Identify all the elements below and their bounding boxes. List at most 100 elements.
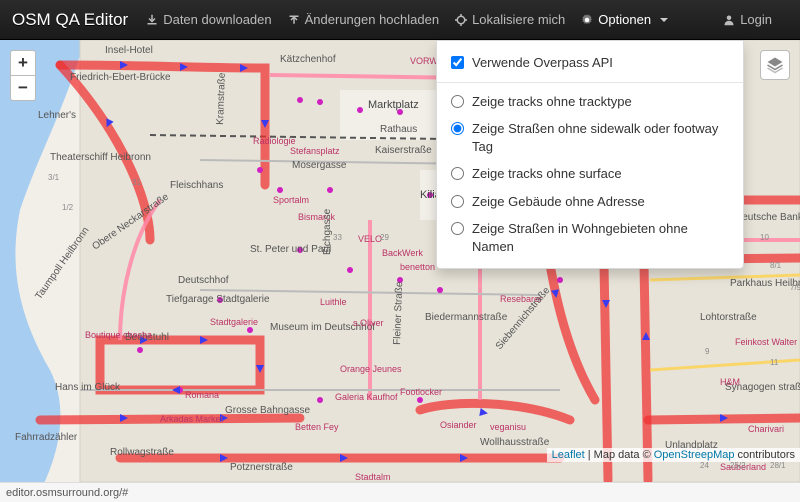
label-hansimgluck: Hans im Glück xyxy=(55,382,121,393)
upload-icon xyxy=(288,14,300,26)
label-grosse-bahngasse: Grosse Bahngasse xyxy=(225,405,310,416)
attr-mid: | Map data © xyxy=(585,449,654,461)
svg-text:31: 31 xyxy=(132,178,141,187)
label-boutique: Boutique chocha xyxy=(85,330,152,340)
svg-text:8/1: 8/1 xyxy=(770,261,782,270)
nav-upload-label: Änderungen hochladen xyxy=(305,12,439,27)
label-rathaus: Rathaus xyxy=(380,124,417,135)
opt-sidewalk-radio[interactable] xyxy=(451,122,464,135)
opt-overpass[interactable]: Verwende Overpass API xyxy=(437,49,743,77)
layers-icon xyxy=(766,56,784,74)
leaflet-link[interactable]: Leaflet xyxy=(552,449,585,461)
label-stefansplatz: Stefansplatz xyxy=(290,146,340,156)
nav-options[interactable]: Optionen xyxy=(581,12,668,27)
layers-control[interactable] xyxy=(760,50,790,80)
label-stadtgalerie: Stadtgalerie xyxy=(210,317,258,327)
download-icon xyxy=(146,14,158,26)
nav-upload[interactable]: Änderungen hochladen xyxy=(288,12,439,27)
opt-overpass-label: Verwende Overpass API xyxy=(472,54,613,72)
opt-residential-label: Zeige Straßen in Wohngebieten ohne Namen xyxy=(472,220,729,255)
label-friedrich: Friedrich-Ebert-Brücke xyxy=(70,72,171,83)
nav-login-label: Login xyxy=(740,12,772,27)
label-orangejeunes: Orange Jeunes xyxy=(340,364,402,374)
label-stpeter: St. Peter und Paul xyxy=(250,244,331,255)
nav-download[interactable]: Daten downloaden xyxy=(146,12,271,27)
options-dropdown: Verwende Overpass API Zeige tracks ohne … xyxy=(436,40,744,269)
opt-address[interactable]: Zeige Gebäude ohne Adresse xyxy=(437,188,743,216)
label-footlocker: Footlocker xyxy=(400,387,442,397)
svg-text:3/1: 3/1 xyxy=(48,173,60,182)
label-romana: Romana xyxy=(185,390,219,400)
opt-residential-radio[interactable] xyxy=(451,222,464,235)
label-insel-hotel: Insel-Hotel xyxy=(105,45,153,56)
attr-tail: contributors xyxy=(734,449,795,461)
dropdown-separator xyxy=(437,82,743,83)
label-arkadas: Arkadas Market xyxy=(160,414,224,424)
svg-text:25/2: 25/2 xyxy=(730,461,746,470)
nav-login[interactable]: Login xyxy=(723,12,772,27)
svg-text:29: 29 xyxy=(380,233,389,242)
nav-download-label: Daten downloaden xyxy=(163,12,271,27)
label-wollhaus: Wollhausstraße xyxy=(480,437,550,448)
opt-tracktype[interactable]: Zeige tracks ohne tracktype xyxy=(437,88,743,116)
label-osiander: Osiander xyxy=(440,420,477,430)
label-katzchenhof: Kätzchenhof xyxy=(280,54,336,65)
opt-surface-radio[interactable] xyxy=(451,167,464,180)
label-backwerk: BackWerk xyxy=(382,248,423,258)
label-deutschhof: Deutschhof xyxy=(178,275,229,286)
label-rollwag: Rollwagstraße xyxy=(110,447,174,458)
label-mosergasse: Mosergasse xyxy=(292,160,347,171)
zoom-control: + − xyxy=(10,50,36,101)
user-icon xyxy=(723,14,735,26)
opt-surface[interactable]: Zeige tracks ohne surface xyxy=(437,160,743,188)
label-kramstrasse: Kramstraße xyxy=(215,72,228,125)
chevron-down-icon xyxy=(660,18,668,22)
label-feinkost: Feinkost Walter xyxy=(735,337,797,347)
nav-options-label: Optionen xyxy=(598,12,651,27)
label-eichgasse: Eichgasse xyxy=(322,208,333,255)
brand: OSM QA Editor xyxy=(12,10,128,30)
osm-link[interactable]: OpenStreepMap xyxy=(654,449,735,461)
label-lohtorstr: Lohtorstraße xyxy=(700,312,757,323)
label-potzner: Potznerstraße xyxy=(230,462,293,473)
label-radiologie: Radiologie xyxy=(253,136,296,146)
gear-icon xyxy=(581,14,593,26)
zoom-out-button[interactable]: − xyxy=(10,75,36,101)
label-kaiserstrasse: Kaiserstraße xyxy=(375,145,432,156)
label-fleischhans: Fleischhans xyxy=(170,180,223,191)
svg-text:33: 33 xyxy=(333,233,342,242)
svg-text:9: 9 xyxy=(705,347,710,356)
locate-icon xyxy=(455,14,467,26)
svg-text:7/9: 7/9 xyxy=(790,283,800,292)
opt-sidewalk[interactable]: Zeige Straßen ohne sidewalk oder footway… xyxy=(437,115,743,160)
svg-text:1/2: 1/2 xyxy=(62,203,74,212)
label-theaterschiff: Theaterschiff Heibronn xyxy=(50,152,151,163)
label-fahrradzaehler: Fahrradzähler xyxy=(15,432,78,443)
opt-overpass-checkbox[interactable] xyxy=(451,56,464,69)
label-bettenfey: Betten Fey xyxy=(295,422,339,432)
svg-text:28/1: 28/1 xyxy=(770,461,786,470)
opt-residential[interactable]: Zeige Straßen in Wohngebieten ohne Namen xyxy=(437,215,743,260)
navbar: OSM QA Editor Daten downloaden Änderunge… xyxy=(0,0,800,40)
label-soliver: s.Oliver xyxy=(353,318,384,328)
label-veganisu: veganisu xyxy=(490,422,526,432)
label-stadtalm: Stadtalm xyxy=(355,472,391,482)
label-benetton: benetton xyxy=(400,262,435,272)
opt-surface-label: Zeige tracks ohne surface xyxy=(472,165,622,183)
svg-text:10: 10 xyxy=(760,233,769,242)
opt-address-label: Zeige Gebäude ohne Adresse xyxy=(472,193,645,211)
label-luithle: Luithle xyxy=(320,297,347,307)
label-tiefgarage: Tiefgarage Stadtgalerie xyxy=(166,294,270,305)
opt-address-radio[interactable] xyxy=(451,195,464,208)
label-deutschebank: Deutsche Bank xyxy=(735,212,800,223)
label-hm: H&M xyxy=(720,377,740,387)
label-sportalm: Sportalm xyxy=(273,195,309,205)
zoom-in-button[interactable]: + xyxy=(10,50,36,76)
opt-tracktype-radio[interactable] xyxy=(451,95,464,108)
label-biedermann: Biedermannstraße xyxy=(425,312,508,323)
nav-locate[interactable]: Lokalisiere mich xyxy=(455,12,565,27)
status-bar: editor.osmsurround.org/# xyxy=(0,482,800,502)
map-attribution: Leaflet | Map data © OpenStreepMap contr… xyxy=(547,448,800,462)
opt-tracktype-label: Zeige tracks ohne tracktype xyxy=(472,93,632,111)
label-marktplatz: Marktplatz xyxy=(368,99,419,111)
